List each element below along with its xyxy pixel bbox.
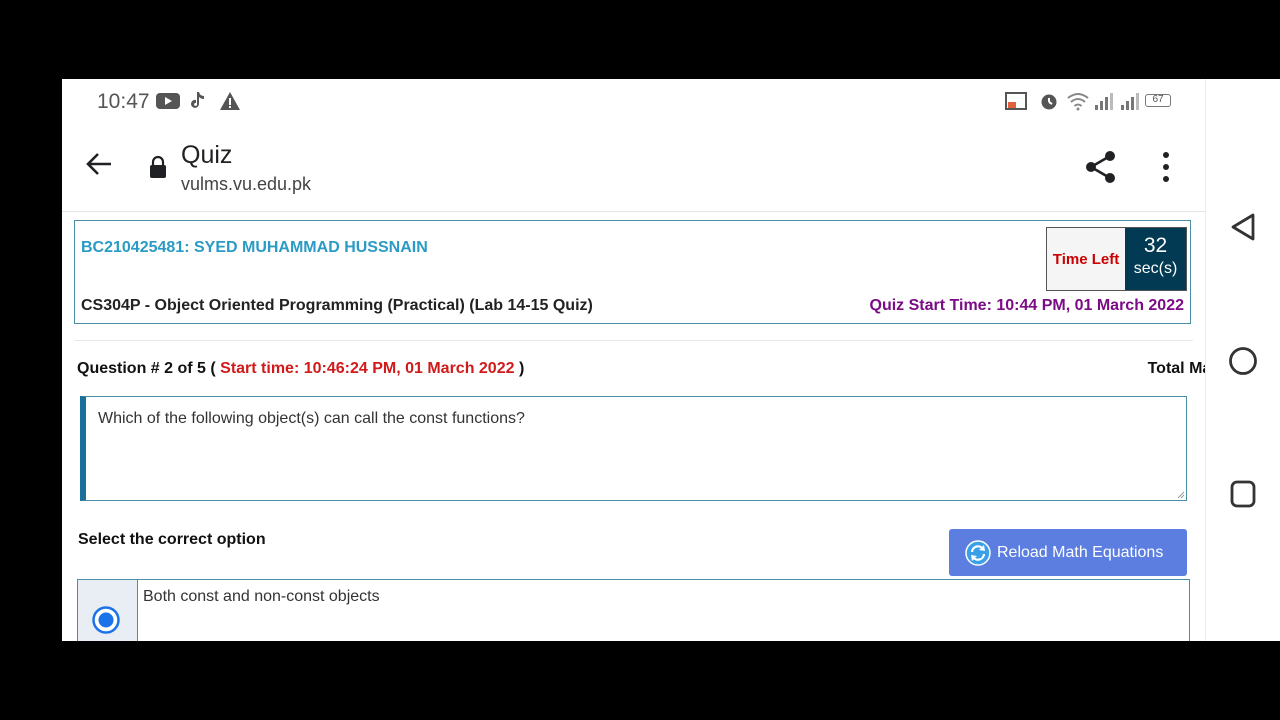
time-left-seconds: 32 — [1143, 234, 1168, 257]
quiz-start-time: Quiz Start Time: 10:44 PM, 01 March 2022 — [869, 297, 1185, 314]
signal-icon — [1095, 93, 1113, 110]
warning-icon — [220, 92, 240, 110]
status-bar: 10:47 67 — [62, 79, 1205, 123]
divider — [74, 340, 1193, 341]
tiktok-icon — [191, 92, 204, 108]
more-options-icon[interactable] — [1160, 151, 1172, 183]
cast-icon — [1005, 92, 1027, 110]
student-name: BC210425481: SYED MUHAMMAD HUSSNAIN — [81, 239, 428, 256]
time-left-timer: Time Left 32 sec(s) — [1046, 227, 1187, 291]
page-title: Quiz — [181, 141, 233, 169]
time-left-label: Time Left — [1047, 228, 1125, 290]
nav-back-icon[interactable] — [1230, 212, 1256, 242]
student-info-box: BC210425481: SYED MUHAMMAD HUSSNAIN CS30… — [74, 220, 1191, 324]
question-number: Question # 2 of 5 ( — [77, 360, 216, 377]
nav-home-icon[interactable] — [1228, 346, 1258, 376]
time-left-unit: sec(s) — [1133, 260, 1178, 277]
option-radio-selected[interactable] — [92, 606, 120, 634]
answer-option[interactable]: Both const and non-const objects — [77, 579, 1190, 641]
question-start-time: Start time: 10:46:24 PM, 01 March 2022 — [220, 360, 515, 377]
youtube-icon — [156, 93, 180, 109]
reload-math-label: Reload Math Equations — [997, 543, 1164, 561]
time-left-value-box: 32 sec(s) — [1125, 228, 1186, 290]
reload-math-button[interactable]: Reload Math Equations — [949, 529, 1187, 576]
lock-icon[interactable] — [148, 155, 168, 179]
back-arrow-icon[interactable] — [84, 149, 114, 179]
question-header-close: ) — [518, 360, 525, 377]
wifi-icon — [1067, 93, 1089, 111]
android-nav-bar — [1205, 79, 1280, 641]
option-radio-cell[interactable] — [78, 580, 138, 641]
phone-screen: 10:47 67 Quiz vulms.vu.edu.pk BC21042548… — [62, 79, 1280, 641]
question-header: Question # 2 of 5 ( Start time: 10:46:24… — [77, 360, 524, 378]
nav-recents-icon[interactable] — [1230, 480, 1256, 508]
select-option-label: Select the correct option — [78, 531, 266, 548]
browser-app-bar: Quiz vulms.vu.edu.pk — [62, 123, 1205, 212]
question-text: Which of the following object(s) can cal… — [98, 410, 525, 427]
reload-icon — [965, 539, 991, 566]
url-text[interactable]: vulms.vu.edu.pk — [181, 174, 311, 195]
share-icon[interactable] — [1082, 149, 1118, 185]
question-box: Which of the following object(s) can cal… — [80, 396, 1187, 501]
option-text: Both const and non-const objects — [143, 588, 380, 605]
battery-icon: 67 — [1145, 94, 1171, 107]
resize-handle-icon[interactable] — [1177, 491, 1185, 499]
status-time: 10:47 — [97, 90, 150, 113]
signal-icon-2 — [1121, 93, 1139, 110]
battery-level: 67 — [1152, 94, 1164, 105]
course-title: CS304P - Object Oriented Programming (Pr… — [81, 297, 593, 314]
alarm-icon — [1041, 94, 1057, 110]
